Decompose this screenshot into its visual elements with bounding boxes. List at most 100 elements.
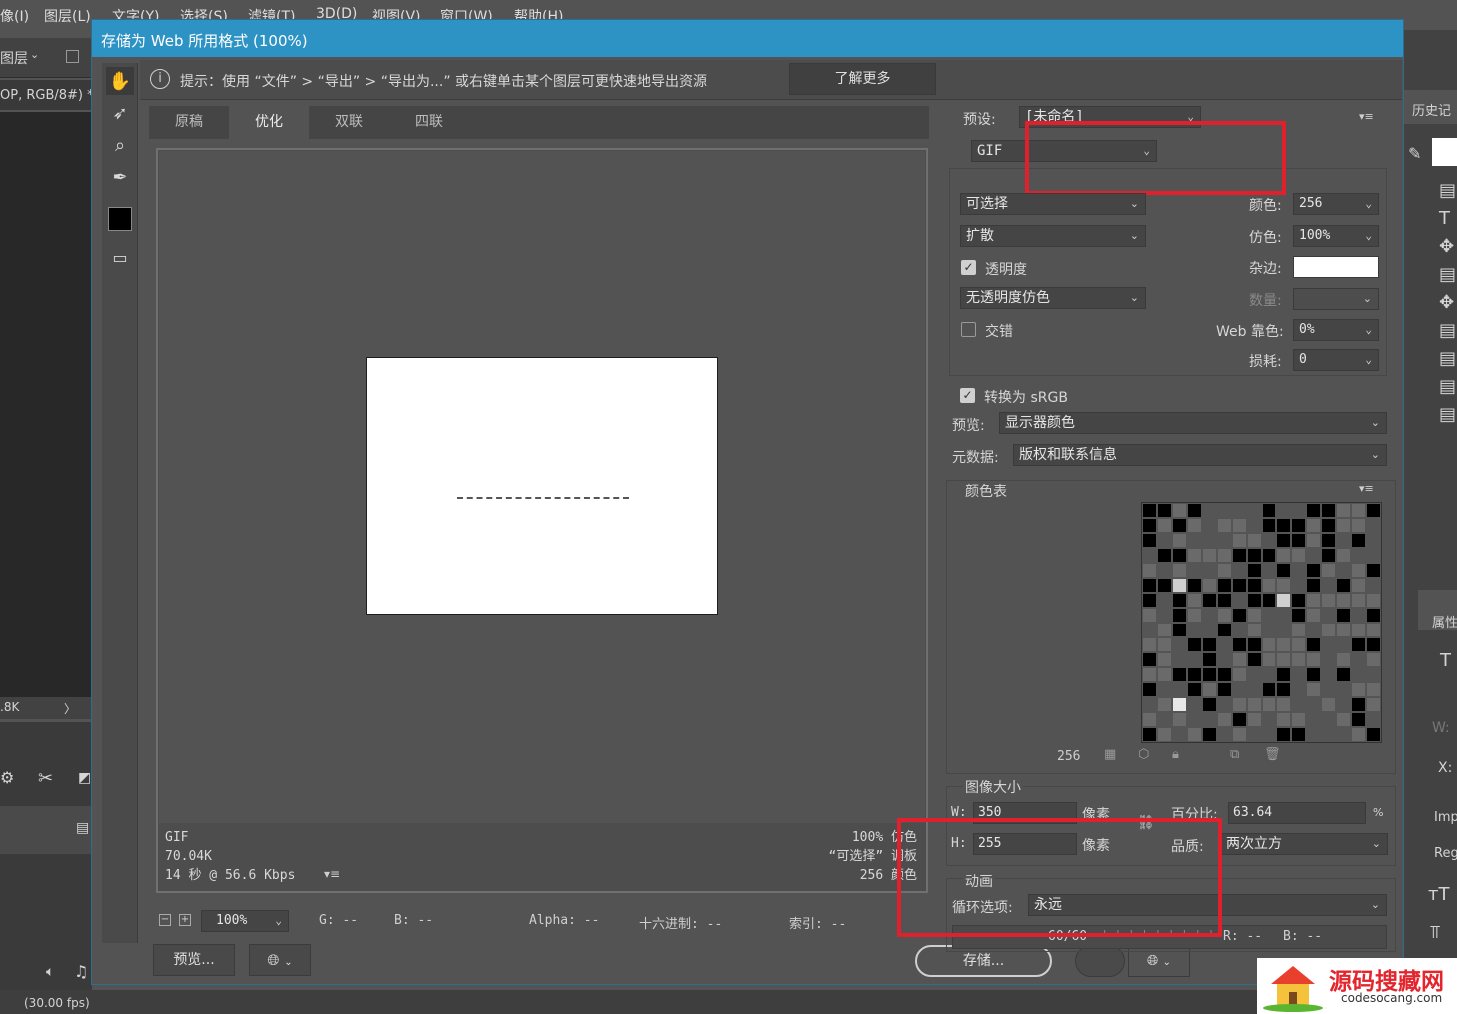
- color-swatch[interactable]: [1366, 652, 1381, 668]
- color-swatch[interactable]: [1216, 592, 1232, 608]
- color-swatch[interactable]: [1201, 727, 1217, 742]
- color-swatch[interactable]: [1246, 503, 1262, 518]
- color-swatch[interactable]: [1291, 622, 1307, 638]
- color-swatch[interactable]: [1171, 682, 1187, 698]
- color-swatch[interactable]: [1291, 727, 1307, 742]
- document-icon[interactable]: ▤: [1439, 180, 1456, 201]
- color-swatch[interactable]: [1142, 637, 1157, 653]
- color-swatch[interactable]: [1366, 682, 1381, 698]
- color-swatch[interactable]: [1246, 622, 1262, 638]
- zoom-out-icon[interactable]: −: [159, 914, 171, 926]
- color-swatch[interactable]: [1156, 547, 1172, 563]
- color-swatch[interactable]: [1291, 697, 1307, 713]
- color-swatch[interactable]: [1351, 562, 1367, 578]
- color-swatch[interactable]: [1216, 503, 1232, 518]
- color-swatch[interactable]: [1306, 517, 1322, 533]
- metadata-select[interactable]: 版权和联系信息 ⌄: [1013, 444, 1387, 466]
- color-swatch[interactable]: [1216, 622, 1232, 638]
- move-icon[interactable]: ✥: [1439, 292, 1454, 313]
- chevron-right-icon[interactable]: 〉: [64, 700, 76, 717]
- color-swatch[interactable]: [1246, 667, 1262, 683]
- color-swatch[interactable]: [1306, 532, 1322, 548]
- color-swatch[interactable]: [1186, 547, 1202, 563]
- color-swatch[interactable]: [1291, 517, 1307, 533]
- color-swatch[interactable]: [1142, 532, 1157, 548]
- color-swatch[interactable]: [1276, 667, 1292, 683]
- color-swatch[interactable]: [1366, 637, 1381, 653]
- color-swatch[interactable]: [1336, 697, 1352, 713]
- color-swatch[interactable]: [1171, 607, 1187, 623]
- scissors-icon[interactable]: ✂: [38, 768, 53, 789]
- color-swatch[interactable]: [1246, 697, 1262, 713]
- color-swatch[interactable]: [1201, 562, 1217, 578]
- quality-select[interactable]: 两次立方 ⌄: [1220, 833, 1388, 855]
- color-swatch[interactable]: [1142, 547, 1157, 563]
- color-swatch[interactable]: [1171, 577, 1187, 593]
- color-swatch[interactable]: [1231, 607, 1247, 623]
- color-swatch[interactable]: [1142, 592, 1157, 608]
- color-swatch[interactable]: [1276, 682, 1292, 698]
- document-icon[interactable]: ▤: [1439, 404, 1456, 425]
- color-swatch[interactable]: [1186, 622, 1202, 638]
- color-swatch[interactable]: [1156, 532, 1172, 548]
- color-swatch[interactable]: [1351, 652, 1367, 668]
- color-swatch[interactable]: [1246, 532, 1262, 548]
- document-icon[interactable]: ▤: [1439, 320, 1456, 341]
- color-swatch[interactable]: [1261, 727, 1277, 742]
- color-swatch[interactable]: [1142, 727, 1157, 742]
- color-swatch[interactable]: [1291, 547, 1307, 563]
- color-swatch[interactable]: [1246, 547, 1262, 563]
- color-swatch[interactable]: [1142, 682, 1157, 698]
- color-swatch[interactable]: [1216, 667, 1232, 683]
- color-swatch[interactable]: [1246, 727, 1262, 742]
- color-swatch[interactable]: [1156, 712, 1172, 728]
- brush-icon[interactable]: ✎: [1408, 144, 1421, 163]
- color-swatch[interactable]: [1246, 637, 1262, 653]
- color-swatch[interactable]: [1336, 712, 1352, 728]
- color-swatch[interactable]: [1351, 592, 1367, 608]
- color-swatch[interactable]: [1306, 607, 1322, 623]
- color-swatch[interactable]: [1276, 637, 1292, 653]
- hand-tool-icon[interactable]: ✋: [106, 67, 134, 95]
- color-swatch[interactable]: [1156, 682, 1172, 698]
- color-swatch[interactable]: [1321, 517, 1337, 533]
- color-swatch[interactable]: [1366, 503, 1381, 518]
- color-swatch[interactable]: [1276, 712, 1292, 728]
- color-swatch[interactable]: [1366, 532, 1381, 548]
- color-swatch[interactable]: [1171, 517, 1187, 533]
- color-swatch[interactable]: [1336, 547, 1352, 563]
- tab-2up[interactable]: 双联: [309, 106, 389, 139]
- color-swatch[interactable]: [1201, 503, 1217, 518]
- document-tab[interactable]: OP, RGB/8#) *: [0, 80, 94, 110]
- document-icon[interactable]: ▤: [1439, 264, 1456, 285]
- color-swatch[interactable]: [1321, 637, 1337, 653]
- color-swatch[interactable]: [1261, 637, 1277, 653]
- music-note-icon[interactable]: ♫: [74, 962, 88, 981]
- trash-icon[interactable]: 🗑︎: [1264, 747, 1281, 762]
- color-swatch[interactable]: [1306, 577, 1322, 593]
- color-swatch[interactable]: [1261, 697, 1277, 713]
- color-swatch[interactable]: [1261, 622, 1277, 638]
- color-swatch[interactable]: [1156, 517, 1172, 533]
- color-swatch[interactable]: [1306, 637, 1322, 653]
- color-swatch[interactable]: [1321, 532, 1337, 548]
- color-swatch[interactable]: [1276, 532, 1292, 548]
- color-swatch[interactable]: [1246, 592, 1262, 608]
- color-swatch[interactable]: [1261, 712, 1277, 728]
- color-swatch[interactable]: [1231, 712, 1247, 728]
- color-swatch[interactable]: [1261, 532, 1277, 548]
- color-swatch[interactable]: [1276, 517, 1292, 533]
- color-swatch[interactable]: [1291, 503, 1307, 518]
- color-swatch[interactable]: [1216, 532, 1232, 548]
- color-swatch[interactable]: [1321, 562, 1337, 578]
- color-reduction-select[interactable]: 可选择 ⌄: [960, 193, 1146, 215]
- color-swatch[interactable]: [1351, 547, 1367, 563]
- color-swatch[interactable]: [1201, 622, 1217, 638]
- zoom-level-select[interactable]: 100% ⌄: [201, 910, 289, 932]
- color-swatch[interactable]: [1201, 517, 1217, 533]
- tab-4up[interactable]: 四联: [389, 106, 469, 139]
- matte-select[interactable]: ⌄: [1293, 256, 1379, 278]
- color-swatch[interactable]: [1291, 532, 1307, 548]
- color-swatch[interactable]: [1291, 577, 1307, 593]
- color-swatch[interactable]: [1276, 652, 1292, 668]
